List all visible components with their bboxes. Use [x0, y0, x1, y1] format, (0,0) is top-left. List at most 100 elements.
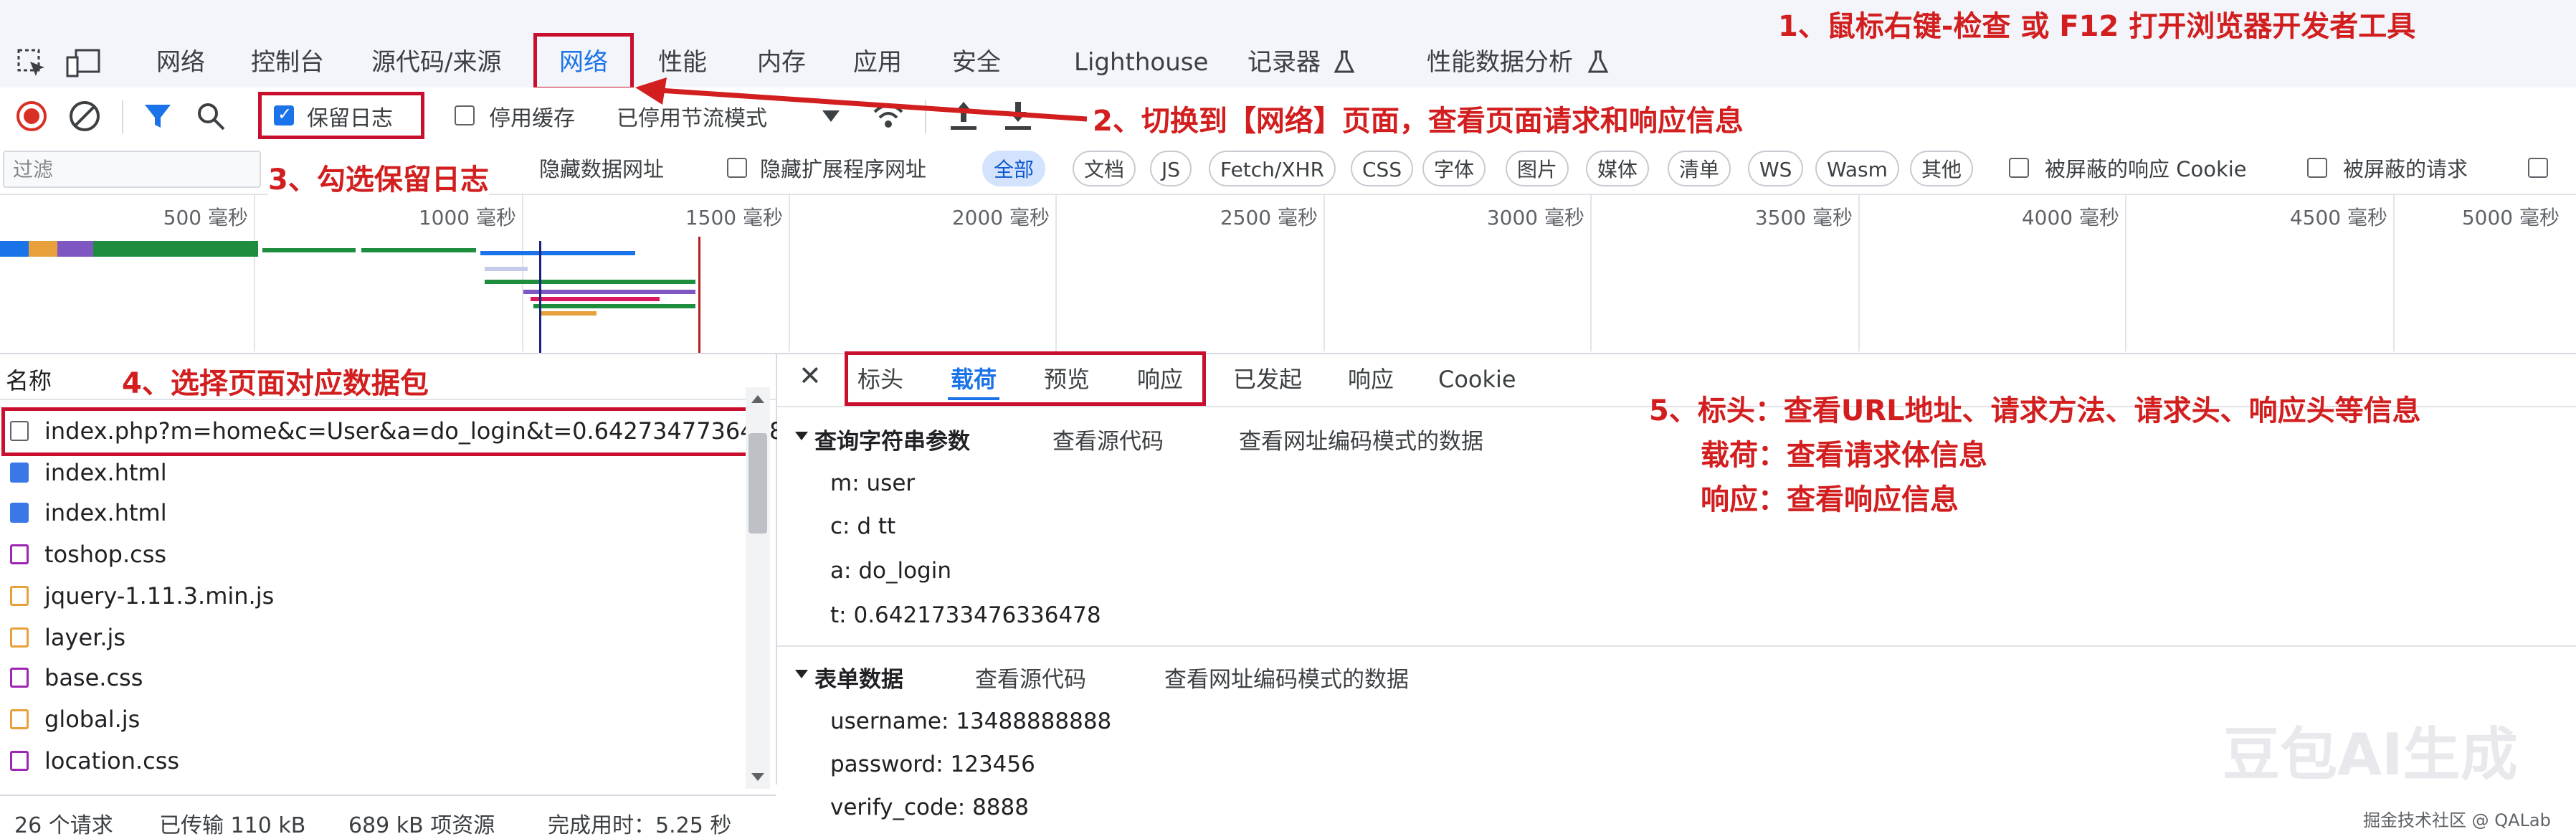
detail-tab-cookies[interactable]: Cookie — [1438, 361, 1516, 397]
timeline-tick-label: 500 毫秒 — [163, 206, 248, 229]
filter-chip-js[interactable]: JS — [1150, 151, 1192, 186]
request-name: index.html — [44, 459, 167, 486]
param-key: t — [830, 602, 840, 628]
tab-lighthouse[interactable]: Lighthouse — [1074, 37, 1208, 87]
tab-recorder[interactable]: 记录器 — [1247, 37, 1321, 87]
param-key: c — [830, 513, 843, 539]
request-name: index.html — [44, 499, 167, 526]
css-file-icon — [10, 751, 29, 771]
form-param-row: password: 123456 — [830, 752, 1035, 777]
waterfall-bar — [361, 248, 476, 252]
scroll-up-icon[interactable] — [750, 393, 766, 404]
waterfall-bar — [485, 267, 528, 271]
annotation-step-4: 4、选择页面对应数据包 — [122, 367, 429, 400]
name-column-header[interactable]: 名称 — [6, 363, 52, 396]
query-view-source[interactable]: 查看源代码 — [1052, 423, 1164, 455]
timeline-gridline — [522, 195, 523, 351]
clear-icon[interactable] — [67, 99, 102, 133]
filter-chip-img[interactable]: 图片 — [1506, 151, 1569, 186]
tab-console[interactable]: 控制台 — [251, 37, 324, 87]
collapse-triangle-icon[interactable] — [794, 668, 809, 680]
timeline-tick-label: 1500 毫秒 — [685, 206, 783, 229]
request-row[interactable]: layer.js — [0, 617, 746, 658]
request-row[interactable]: base.css — [0, 657, 746, 698]
selected-request-highlight — [1, 407, 753, 456]
query-view-url-encoded[interactable]: 查看网址编码模式的数据 — [1239, 423, 1483, 455]
filter-chip-fetch-xhr[interactable]: Fetch/XHR — [1209, 151, 1336, 186]
filter-chip-wasm[interactable]: Wasm — [1815, 151, 1899, 186]
disable-cache-label: 停用缓存 — [489, 106, 575, 131]
request-row[interactable]: index.html — [0, 452, 746, 493]
filter-chip-manifest[interactable]: 清单 — [1668, 151, 1731, 186]
timeline-gridline — [2393, 195, 2395, 351]
request-name: toshop.css — [44, 541, 167, 568]
filter-input-placeholder: 过滤 — [13, 158, 54, 181]
form-view-url-encoded[interactable]: 查看网址编码模式的数据 — [1164, 661, 1409, 693]
scroll-down-icon[interactable] — [750, 772, 766, 783]
filter-chip-doc[interactable]: 文档 — [1073, 151, 1136, 186]
query-param-row: c: d tt — [830, 513, 896, 539]
document-icon — [10, 503, 29, 523]
filter-chip-all[interactable]: 全部 — [982, 151, 1046, 186]
request-row[interactable]: location.css — [0, 740, 746, 782]
preserve-log-highlight — [258, 92, 424, 139]
filter-chip-other[interactable]: 其他 — [1910, 151, 1974, 186]
device-toolbar-icon[interactable] — [66, 47, 102, 79]
hide-ext-urls-checkbox[interactable] — [727, 158, 747, 178]
timeline-tick-label: 2500 毫秒 — [1220, 206, 1318, 229]
form-view-source[interactable]: 查看源代码 — [975, 661, 1086, 693]
request-row[interactable]: toshop.css — [0, 534, 746, 575]
timeline-tick-label: 5000 毫秒 — [2461, 206, 2560, 229]
query-params-title[interactable]: 查询字符串参数 — [814, 423, 970, 455]
status-transferred: 已传输 110 kB — [159, 813, 306, 838]
timeline-tick-label: 2000 毫秒 — [951, 206, 1050, 229]
waterfall-bar — [485, 280, 695, 284]
filter-chip-css[interactable]: CSS — [1351, 151, 1414, 186]
timeline-gridline — [789, 195, 790, 351]
detail-tab-initiator[interactable]: 已发起 — [1233, 361, 1302, 397]
hide-ext-urls-label: 隐藏扩展程序网址 — [760, 157, 927, 181]
detail-tab-timing[interactable]: 响应 — [1348, 361, 1394, 397]
request-row[interactable]: global.js — [0, 698, 746, 740]
request-name: location.css — [44, 747, 180, 774]
disable-cache-checkbox[interactable] — [455, 105, 475, 125]
filter-chip-ws[interactable]: WS — [1748, 151, 1804, 186]
filter-chip-font[interactable]: 字体 — [1422, 151, 1486, 186]
param-key: verify_code — [830, 795, 958, 820]
tab-performance-insights[interactable]: 性能数据分析 — [1427, 37, 1573, 87]
record-icon[interactable] — [14, 99, 49, 133]
tab-sources[interactable]: 源代码/来源 — [371, 37, 501, 87]
request-row[interactable]: index.html — [0, 492, 746, 534]
search-icon[interactable] — [195, 100, 227, 132]
status-finish-time: 完成用时：5.25 秒 — [548, 813, 732, 838]
tab-elements[interactable]: 网络 — [156, 37, 205, 87]
timeline-gridline — [1323, 195, 1325, 351]
annotation-step-1: 1、鼠标右键-检查 或 F12 打开浏览器开发者工具 — [1778, 10, 2416, 43]
timeline-tick-label: 4500 毫秒 — [2289, 206, 2387, 229]
filter-icon[interactable] — [142, 100, 174, 132]
timeline-tick-label: 4000 毫秒 — [2021, 206, 2119, 229]
query-param-row: a: do_login — [830, 558, 951, 584]
blocked-requests-label: 被屏蔽的请求 — [2343, 157, 2468, 181]
third-party-checkbox[interactable] — [2528, 158, 2548, 178]
collapse-triangle-icon[interactable] — [794, 430, 809, 442]
blocked-cookies-checkbox[interactable] — [2009, 158, 2029, 178]
waterfall-bar — [480, 251, 635, 255]
blocked-requests-checkbox[interactable] — [2307, 158, 2327, 178]
css-file-icon — [10, 668, 29, 688]
param-value: do_login — [858, 558, 951, 584]
request-name: base.css — [44, 664, 143, 691]
waterfall-bar — [531, 297, 660, 301]
form-data-title[interactable]: 表单数据 — [814, 661, 903, 693]
annotation-step-2: 2、切换到【网络】页面，查看页面请求和响应信息 — [1093, 105, 1744, 138]
filter-chip-media[interactable]: 媒体 — [1586, 151, 1650, 186]
js-file-icon — [10, 709, 29, 729]
request-row[interactable]: jquery-1.11.3.min.js — [0, 575, 746, 617]
scrollbar-thumb[interactable] — [748, 433, 767, 534]
close-detail-button[interactable]: ✕ — [799, 360, 822, 392]
param-key: a — [830, 558, 844, 584]
query-param-row: t: 0.6421733476336478 — [830, 602, 1101, 628]
toolbar-divider — [122, 100, 123, 133]
waterfall-bar — [29, 241, 57, 257]
inspect-element-icon[interactable] — [16, 47, 47, 79]
